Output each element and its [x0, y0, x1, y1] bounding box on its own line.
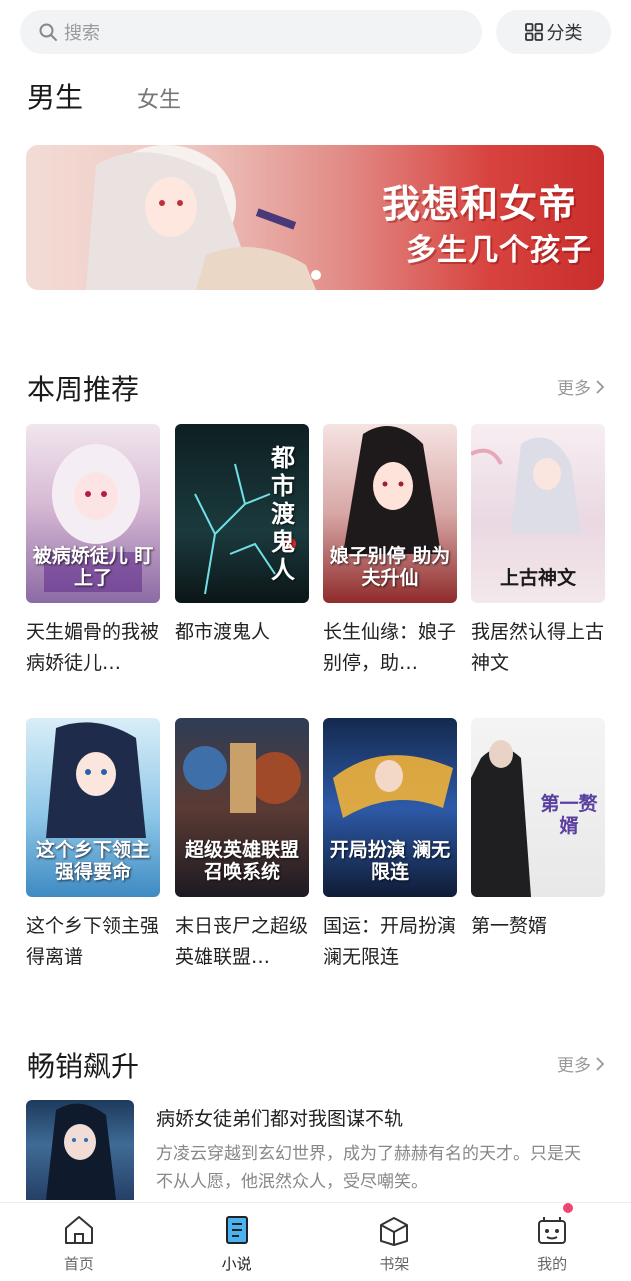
- bookshelf-icon: [380, 1217, 409, 1246]
- chevron-right-icon: [596, 1056, 605, 1071]
- book-card[interactable]: 这个乡下领主 强得要命 这个乡下领主强得离谱: [26, 718, 160, 973]
- book-title: 第一赘婿: [471, 915, 548, 937]
- book-card[interactable]: 被病娇徒儿 盯上了 天生媚骨的我被病娇徒儿…: [26, 424, 160, 679]
- book-cover-text: 这个乡下领主 强得要命: [35, 839, 150, 883]
- book-cover-text: 开局扮演 澜无限连: [329, 839, 451, 883]
- tab-bookshelf[interactable]: 书架: [316, 1203, 474, 1281]
- tab-label: 书架: [379, 1255, 410, 1273]
- search-bar[interactable]: 搜索: [20, 10, 482, 54]
- book-card[interactable]: 开局扮演 澜无限连 国运：开局扮演澜无限连: [323, 718, 457, 973]
- more-label: 更多: [557, 379, 591, 399]
- book-cover: 被病娇徒儿 盯上了: [26, 424, 160, 603]
- section-title-weekly: 本周推荐: [27, 373, 140, 406]
- book-cover: [26, 1100, 134, 1200]
- book-card[interactable]: 都市渡鬼人 都市渡鬼人: [175, 424, 309, 648]
- gender-tabs: 男生 女生: [27, 76, 181, 116]
- book-title: 国运：开局扮演澜无限连: [323, 915, 457, 968]
- book-cover: 上古神文: [471, 424, 605, 603]
- book-cover: 第一赘婿: [471, 718, 605, 897]
- tab-label: 首页: [63, 1255, 94, 1273]
- book-title: 末日丧尸之超级英雄联盟…: [175, 915, 309, 968]
- search-placeholder: 搜索: [64, 23, 100, 44]
- search-icon: [39, 23, 57, 41]
- book-title: 天生媚骨的我被病娇徒儿…: [26, 621, 160, 674]
- weekly-more-link[interactable]: 更多: [557, 374, 605, 399]
- book-cover: 开局扮演 澜无限连: [323, 718, 457, 897]
- book-cover-text: 被病娇徒儿 盯上了: [32, 545, 154, 589]
- book-title: 病娇女徒弟们都对我图谋不轨: [156, 1108, 404, 1130]
- bestseller-more-link[interactable]: 更多: [557, 1051, 605, 1076]
- book-cover: 超级英雄联盟 召唤系统: [175, 718, 309, 897]
- tab-label: 小说: [221, 1255, 252, 1273]
- tab-label: 我的: [537, 1255, 568, 1273]
- book-title: 这个乡下领主强得离谱: [26, 915, 160, 968]
- category-label: 分类: [546, 23, 583, 44]
- category-button[interactable]: 分类: [496, 10, 611, 54]
- section-title-bestseller: 畅销飙升: [27, 1050, 140, 1083]
- banner-page-indicator: [311, 270, 321, 280]
- book-cover: 娘子别停 助为夫升仙: [323, 424, 457, 603]
- novel-icon: [225, 1216, 248, 1244]
- book-title: 我居然认得上古神文: [471, 621, 605, 674]
- bestseller-list-item[interactable]: 病娇女徒弟们都对我图谋不轨 方凌云穿越到玄幻世界，成为了赫赫有名的天才。只是天不…: [26, 1100, 606, 1200]
- book-card[interactable]: 娘子别停 助为夫升仙 长生仙缘：娘子别停，助…: [323, 424, 457, 679]
- tab-male[interactable]: 男生: [27, 76, 83, 116]
- book-cover-text: 上古神文: [499, 567, 576, 589]
- home-icon: [64, 1216, 93, 1244]
- tab-home[interactable]: 首页: [0, 1203, 158, 1281]
- book-cover-text: 娘子别停 助为夫升仙: [329, 545, 451, 589]
- book-description: 方凌云穿越到玄幻世界，成为了赫赫有名的天才。只是天不从人愿，他泯然众人，受尽嘲笑…: [156, 1144, 581, 1192]
- book-card[interactable]: 超级英雄联盟 召唤系统 末日丧尸之超级英雄联盟…: [175, 718, 309, 973]
- book-cover-text: 都市渡鬼人: [271, 443, 295, 584]
- banner-title-line2: 多生几个孩子: [406, 233, 592, 268]
- book-cover-text: 超级英雄联盟 召唤系统: [184, 839, 299, 883]
- book-card[interactable]: 上古神文 我居然认得上古神文: [471, 424, 605, 679]
- book-card[interactable]: 第一赘婿 第一赘婿: [471, 718, 605, 942]
- chevron-right-icon: [596, 379, 605, 394]
- profile-icon: [538, 1217, 567, 1244]
- banner-illustration: [86, 145, 316, 290]
- notification-badge: [563, 1203, 574, 1213]
- book-title: 都市渡鬼人: [175, 621, 271, 643]
- book-title: 长生仙缘：娘子别停，助…: [323, 621, 457, 674]
- bottom-tab-bar: 首页 小说 书架 我的: [0, 1202, 631, 1281]
- promo-banner[interactable]: 我想和女帝 多生几个孩子: [26, 145, 604, 290]
- banner-title-line1: 我想和女帝: [382, 181, 578, 226]
- tab-profile[interactable]: 我的: [473, 1203, 631, 1281]
- tab-female[interactable]: 女生: [137, 82, 181, 114]
- book-cover-text: 第一赘婿: [540, 793, 598, 837]
- book-cover: 这个乡下领主 强得要命: [26, 718, 160, 897]
- more-label: 更多: [557, 1056, 591, 1076]
- book-cover: 都市渡鬼人: [175, 424, 309, 603]
- tab-novel[interactable]: 小说: [158, 1203, 316, 1281]
- grid-icon: [524, 23, 543, 41]
